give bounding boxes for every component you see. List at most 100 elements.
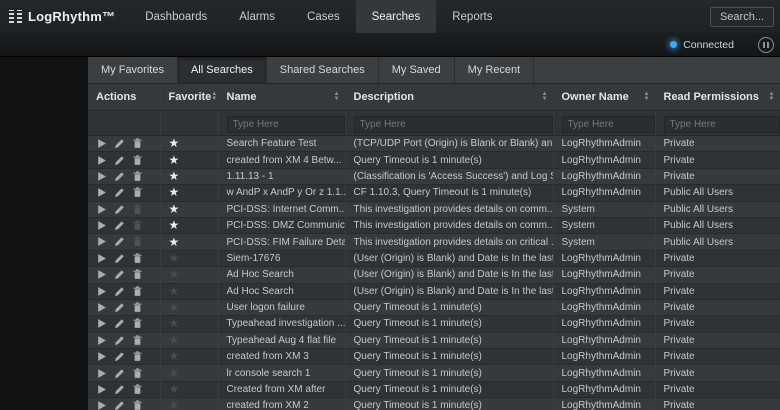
table-row[interactable]: ★ w AndP x AndP y Or z 1.1... CF 1.10.3,…	[88, 185, 780, 201]
delete-search-icon[interactable]	[132, 171, 145, 182]
read-permissions-filter-input[interactable]	[664, 116, 780, 133]
run-search-icon[interactable]	[96, 187, 109, 198]
favorite-star-icon[interactable]: ★	[169, 317, 180, 329]
column-header-name[interactable]: Name ▲▼	[218, 84, 345, 111]
delete-search-icon[interactable]	[132, 368, 145, 379]
sort-icon[interactable]: ▲▼	[211, 92, 217, 102]
run-search-icon[interactable]	[96, 335, 109, 346]
delete-search-icon[interactable]	[132, 138, 145, 149]
tab-my-saved[interactable]: My Saved	[379, 57, 455, 83]
delete-search-icon[interactable]	[132, 302, 145, 313]
column-header-read-permissions[interactable]: Read Permissions ▲▼	[655, 84, 780, 111]
table-row[interactable]: ★ Typeahead investigation ... Query Time…	[88, 316, 780, 332]
edit-search-icon[interactable]	[114, 335, 127, 346]
delete-search-icon[interactable]	[132, 335, 145, 346]
delete-search-icon[interactable]	[132, 187, 145, 198]
favorite-star-icon[interactable]: ★	[169, 334, 180, 346]
edit-search-icon[interactable]	[114, 253, 127, 264]
run-search-icon[interactable]	[96, 204, 109, 215]
edit-search-icon[interactable]	[114, 286, 127, 297]
favorite-star-icon[interactable]: ★	[169, 285, 180, 297]
sort-icon[interactable]: ▲▼	[769, 92, 775, 102]
favorite-star-icon[interactable]: ★	[169, 170, 180, 182]
edit-search-icon[interactable]	[114, 187, 127, 198]
sort-icon[interactable]: ▲▼	[542, 92, 548, 102]
tab-my-recent[interactable]: My Recent	[455, 57, 535, 83]
favorite-star-icon[interactable]: ★	[169, 367, 180, 379]
nav-tab-alarms[interactable]: Alarms	[223, 0, 291, 33]
pause-live-updates-icon[interactable]	[758, 37, 774, 53]
edit-search-icon[interactable]	[114, 384, 127, 395]
favorite-star-icon[interactable]: ★	[169, 186, 180, 198]
table-row[interactable]: ★ created from XM 4 Betw... Query Timeou…	[88, 152, 780, 168]
run-search-icon[interactable]	[96, 368, 109, 379]
sort-icon[interactable]: ▲▼	[644, 92, 650, 102]
delete-search-icon[interactable]	[132, 286, 145, 297]
favorite-star-icon[interactable]: ★	[169, 203, 180, 215]
favorite-star-icon[interactable]: ★	[169, 399, 180, 410]
favorite-star-icon[interactable]: ★	[169, 383, 180, 395]
table-row[interactable]: ★ Siem-17676 (User (Origin) is Blank) an…	[88, 250, 780, 266]
table-row[interactable]: ★ lr console search 1 Query Timeout is 1…	[88, 365, 780, 381]
delete-search-icon[interactable]	[132, 351, 145, 362]
run-search-icon[interactable]	[96, 138, 109, 149]
edit-search-icon[interactable]	[114, 204, 127, 215]
run-search-icon[interactable]	[96, 155, 109, 166]
table-row[interactable]: ★ Search Feature Test (TCP/UDP Port (Ori…	[88, 136, 780, 152]
tab-shared-searches[interactable]: Shared Searches	[267, 57, 379, 83]
column-header-owner-name[interactable]: Owner Name ▲▼	[553, 84, 655, 111]
table-row[interactable]: ★ Ad Hoc Search (User (Origin) is Blank)…	[88, 267, 780, 283]
nav-tab-searches[interactable]: Searches	[356, 0, 437, 33]
column-header-favorite[interactable]: Favorite ▲▼	[160, 84, 218, 111]
favorite-star-icon[interactable]: ★	[169, 154, 180, 166]
delete-search-icon[interactable]	[132, 155, 145, 166]
delete-search-icon[interactable]	[132, 400, 145, 410]
table-row[interactable]: ★ Typeahead Aug 4 flat file Query Timeou…	[88, 332, 780, 348]
delete-search-icon[interactable]	[132, 253, 145, 264]
table-row[interactable]: ★ PCI-DSS: DMZ Communic... This investig…	[88, 217, 780, 233]
edit-search-icon[interactable]	[114, 269, 127, 280]
nav-tab-reports[interactable]: Reports	[436, 0, 508, 33]
edit-search-icon[interactable]	[114, 400, 127, 410]
run-search-icon[interactable]	[96, 318, 109, 329]
edit-search-icon[interactable]	[114, 302, 127, 313]
edit-search-icon[interactable]	[114, 368, 127, 379]
global-search-button[interactable]: Search...	[710, 7, 774, 27]
edit-search-icon[interactable]	[114, 171, 127, 182]
favorite-star-icon[interactable]: ★	[169, 236, 180, 248]
run-search-icon[interactable]	[96, 220, 109, 231]
run-search-icon[interactable]	[96, 384, 109, 395]
run-search-icon[interactable]	[96, 302, 109, 313]
delete-search-icon[interactable]	[132, 318, 145, 329]
run-search-icon[interactable]	[96, 236, 109, 247]
table-row[interactable]: ★ PCI-DSS: FIM Failure Detail This inves…	[88, 234, 780, 250]
tab-my-favorites[interactable]: My Favorites	[88, 57, 178, 83]
table-row[interactable]: ★ Ad Hoc Search (User (Origin) is Blank)…	[88, 283, 780, 299]
edit-search-icon[interactable]	[114, 318, 127, 329]
delete-search-icon[interactable]	[132, 204, 145, 215]
table-row[interactable]: ★ created from XM 2 Query Timeout is 1 m…	[88, 398, 780, 410]
delete-search-icon[interactable]	[132, 269, 145, 280]
favorite-star-icon[interactable]: ★	[169, 301, 180, 313]
favorite-star-icon[interactable]: ★	[169, 137, 180, 149]
edit-search-icon[interactable]	[114, 220, 127, 231]
delete-search-icon[interactable]	[132, 236, 145, 247]
edit-search-icon[interactable]	[114, 138, 127, 149]
name-filter-input[interactable]	[227, 116, 345, 133]
run-search-icon[interactable]	[96, 286, 109, 297]
run-search-icon[interactable]	[96, 400, 109, 410]
run-search-icon[interactable]	[96, 269, 109, 280]
sort-icon[interactable]: ▲▼	[334, 92, 340, 102]
table-row[interactable]: ★ 1.11.13 - 1 (Classification is 'Access…	[88, 168, 780, 184]
tab-all-searches[interactable]: All Searches	[178, 57, 267, 83]
favorite-star-icon[interactable]: ★	[169, 219, 180, 231]
edit-search-icon[interactable]	[114, 236, 127, 247]
delete-search-icon[interactable]	[132, 384, 145, 395]
edit-search-icon[interactable]	[114, 155, 127, 166]
favorite-star-icon[interactable]: ★	[169, 350, 180, 362]
favorite-star-icon[interactable]: ★	[169, 268, 180, 280]
nav-tab-dashboards[interactable]: Dashboards	[129, 0, 223, 33]
run-search-icon[interactable]	[96, 171, 109, 182]
table-row[interactable]: ★ User logon failure Query Timeout is 1 …	[88, 299, 780, 315]
description-filter-input[interactable]	[354, 116, 553, 133]
